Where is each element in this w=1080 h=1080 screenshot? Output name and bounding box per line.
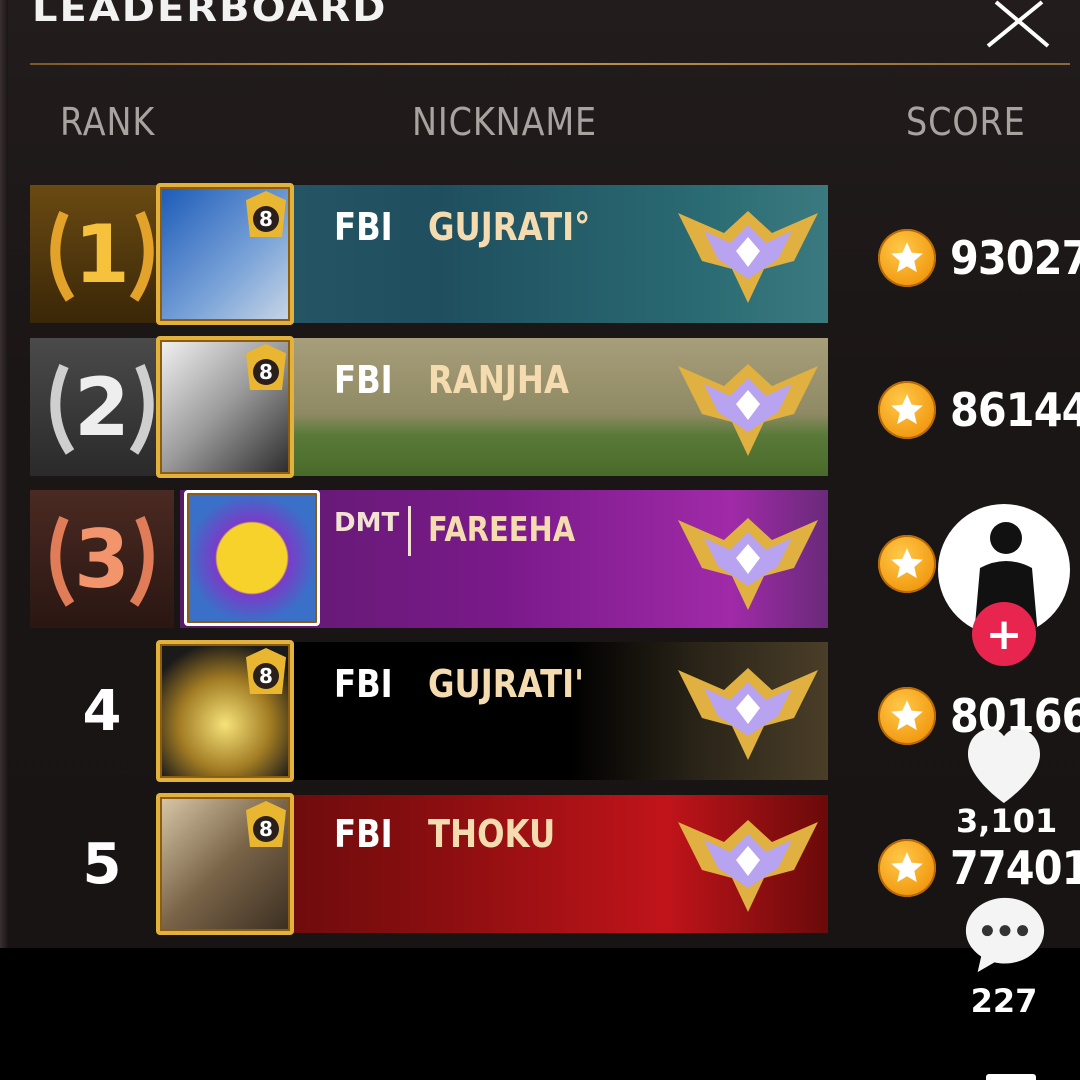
player-nickname: THOKU bbox=[428, 812, 556, 856]
rank-emblem-icon bbox=[678, 518, 818, 610]
player-avatar[interactable]: 8 bbox=[156, 183, 294, 325]
level-crest-icon: 8 bbox=[246, 344, 286, 390]
player-avatar[interactable]: 8 bbox=[156, 640, 294, 782]
score-cell: 93027 bbox=[878, 228, 1080, 288]
rank-number: 2 bbox=[74, 360, 130, 454]
heart-icon[interactable] bbox=[956, 718, 1052, 808]
player-nickname: GUJRATI° bbox=[428, 205, 591, 249]
comment-icon[interactable] bbox=[958, 890, 1052, 976]
star-coin-icon bbox=[878, 229, 936, 287]
player-avatar[interactable] bbox=[184, 490, 320, 626]
star-coin-icon bbox=[878, 687, 936, 745]
level-crest-icon: 8 bbox=[246, 648, 286, 694]
rank-badge: 4 bbox=[30, 642, 174, 780]
column-header-nickname: NICKNAME bbox=[412, 100, 598, 144]
level-crest-icon: 8 bbox=[246, 801, 286, 847]
column-header-score: SCORE bbox=[906, 100, 1026, 144]
guild-divider bbox=[408, 506, 411, 556]
player-nickname: RANJHA bbox=[428, 358, 569, 402]
guild-tag: FBI bbox=[334, 358, 393, 402]
score-value: 93027 bbox=[950, 231, 1080, 285]
rank-number: 4 bbox=[82, 678, 122, 744]
share-icon[interactable] bbox=[986, 1074, 1036, 1080]
guild-tag: FBI bbox=[334, 205, 393, 249]
score-cell: 86144 bbox=[878, 380, 1080, 440]
rank-number: 5 bbox=[82, 831, 122, 897]
score-cell: 77401 bbox=[878, 838, 1080, 898]
player-avatar[interactable]: 8 bbox=[156, 336, 294, 478]
column-header-rank: RANK bbox=[60, 100, 156, 144]
like-count: 3,101 bbox=[956, 802, 1058, 840]
leaderboard-panel: LEADERBOARD RANK NICKNAME SCORE 1 8 FBI … bbox=[0, 0, 1080, 948]
guild-tag: FBI bbox=[334, 812, 393, 856]
rank-badge-silver: 2 bbox=[30, 338, 174, 476]
title-divider bbox=[30, 63, 1070, 65]
score-value: 77401 bbox=[950, 841, 1080, 895]
player-nickname: FAREEHA bbox=[428, 510, 576, 550]
star-coin-icon bbox=[878, 535, 936, 593]
rank-badge-bronze: 3 bbox=[30, 490, 174, 628]
comment-count: 227 bbox=[970, 982, 1038, 1020]
rank-badge-gold: 1 bbox=[30, 185, 174, 323]
guild-tag: FBI bbox=[334, 662, 393, 706]
score-value: 86144 bbox=[950, 383, 1080, 437]
rank-number: 3 bbox=[74, 512, 130, 606]
rank-badge: 5 bbox=[30, 795, 174, 933]
page-title: LEADERBOARD bbox=[32, 0, 388, 31]
follow-button[interactable]: + bbox=[972, 602, 1036, 666]
guild-tag: DMT bbox=[334, 508, 400, 538]
rank-emblem-icon bbox=[678, 820, 818, 912]
rank-emblem-icon bbox=[678, 364, 818, 456]
star-coin-icon bbox=[878, 381, 936, 439]
rank-number: 1 bbox=[74, 207, 130, 301]
rank-emblem-icon bbox=[678, 668, 818, 760]
player-avatar[interactable]: 8 bbox=[156, 793, 294, 935]
close-icon[interactable] bbox=[982, 0, 1052, 50]
star-coin-icon bbox=[878, 839, 936, 897]
player-nickname: GUJRATI' bbox=[428, 662, 585, 706]
level-crest-icon: 8 bbox=[246, 191, 286, 237]
rank-emblem-icon bbox=[678, 211, 818, 303]
